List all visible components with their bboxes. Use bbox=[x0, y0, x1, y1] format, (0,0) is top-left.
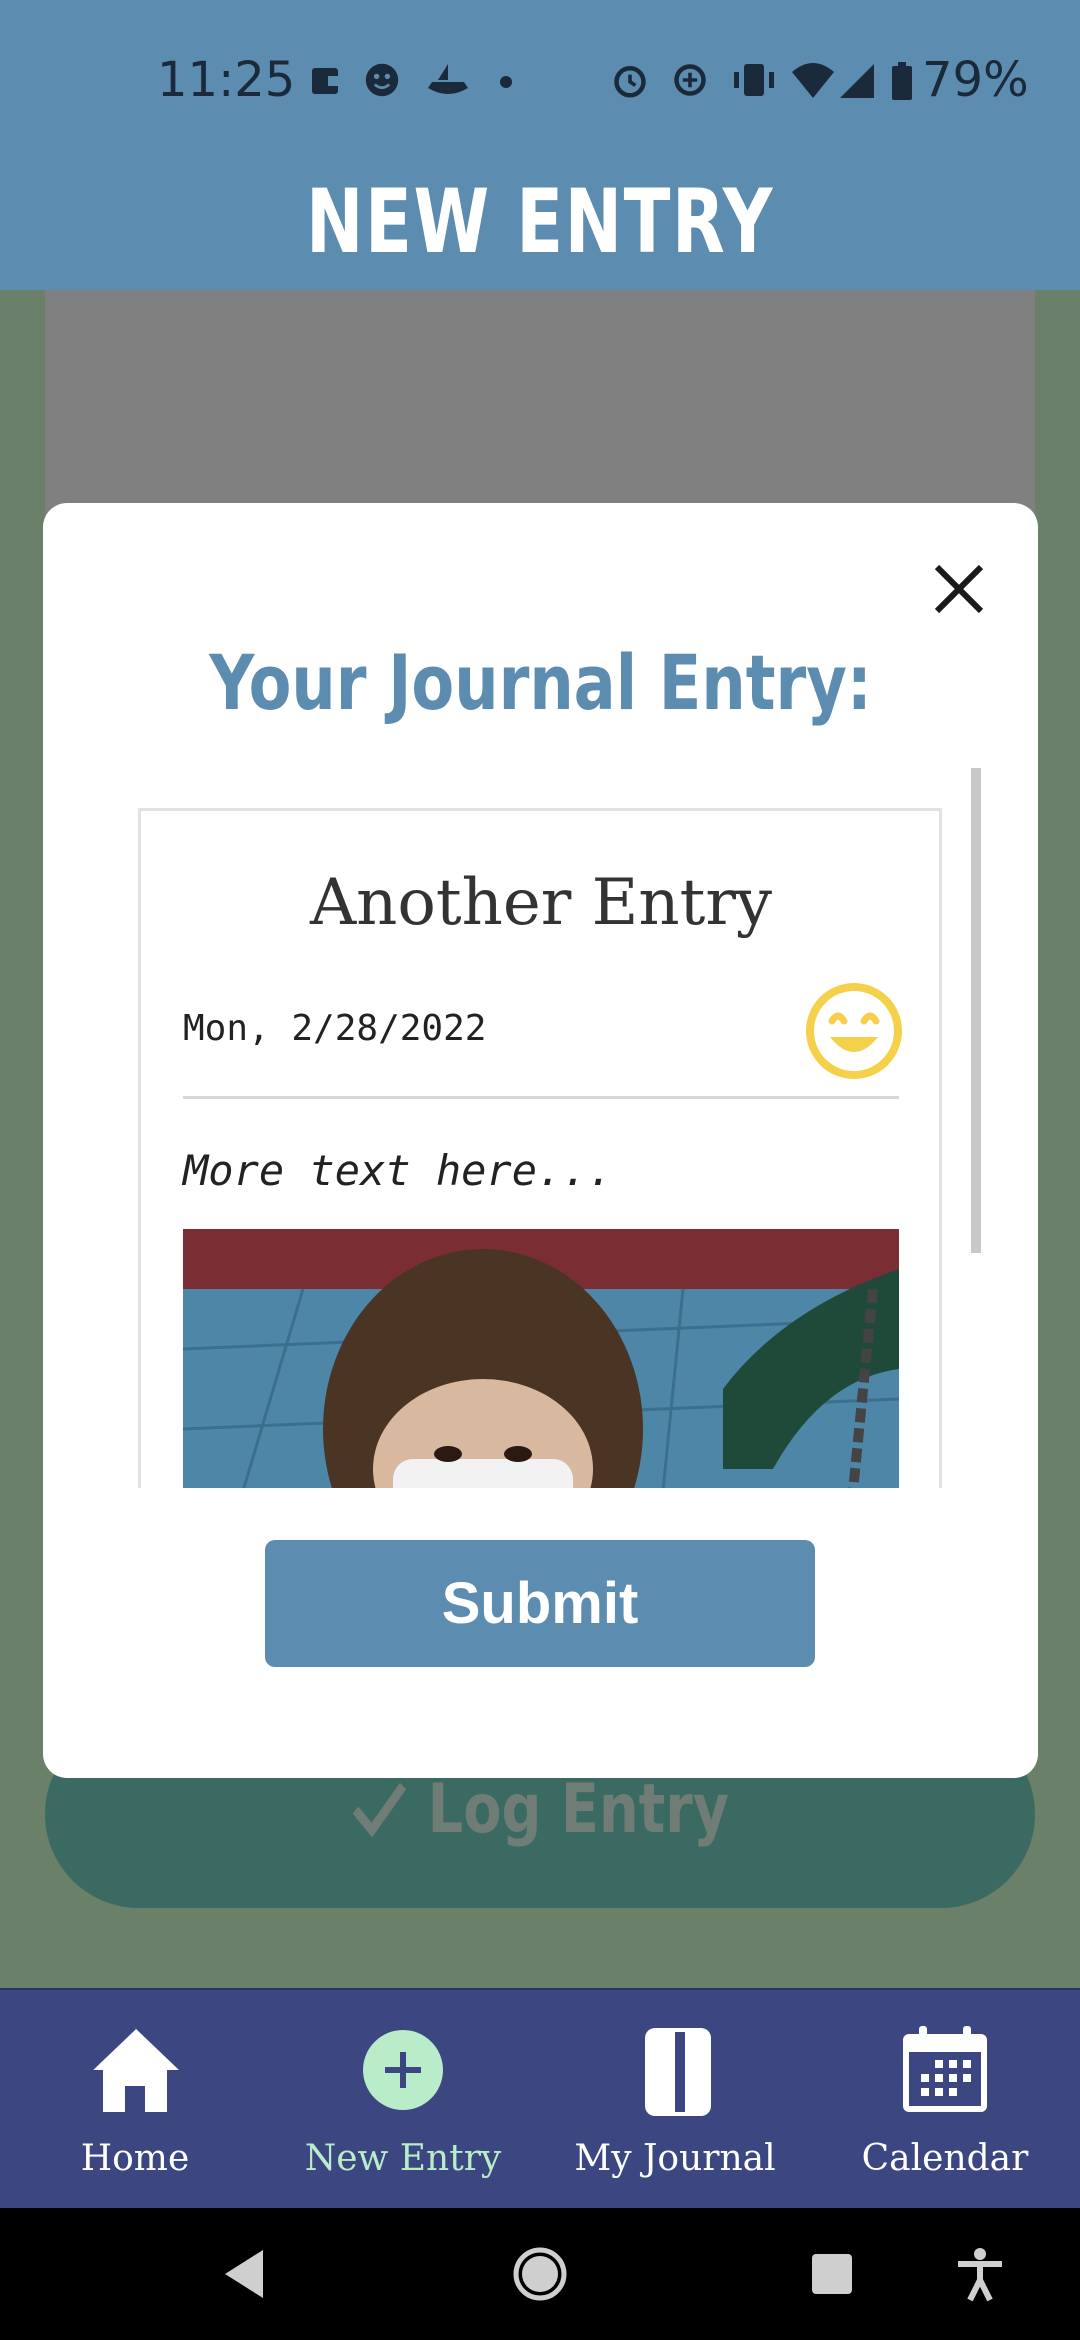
entry-body: More text here... bbox=[183, 1146, 613, 1195]
wallet-icon bbox=[312, 68, 338, 94]
scrollbar[interactable] bbox=[971, 768, 981, 1253]
status-time: 11:25 bbox=[157, 52, 296, 108]
nav-label-home: Home bbox=[80, 2138, 190, 2179]
divider bbox=[183, 1096, 899, 1099]
signal-icon bbox=[840, 64, 874, 98]
entry-title: Another Entry bbox=[309, 866, 773, 940]
status-bar: 11:25 79% bbox=[0, 40, 1080, 120]
smiling-face-icon bbox=[806, 983, 902, 1079]
recents-icon[interactable] bbox=[802, 2244, 862, 2304]
back-icon[interactable] bbox=[215, 2244, 275, 2304]
alarm-icon bbox=[614, 66, 646, 98]
nav-home[interactable]: Home bbox=[0, 1990, 270, 2210]
journal-entry-modal: Your Journal Entry: Another Entry Mon, 2… bbox=[43, 503, 1038, 1778]
submit-button[interactable]: Submit bbox=[265, 1540, 815, 1667]
nav-label-new-entry: New Entry bbox=[304, 2138, 502, 2179]
entry-photo bbox=[183, 1229, 899, 1488]
entry-preview-card: Another Entry Mon, 2/28/2022 More text h… bbox=[138, 808, 942, 1488]
log-entry-label: Log Entry bbox=[134, 1770, 946, 1849]
entry-date: Mon, 2/28/2022 bbox=[183, 1008, 487, 1049]
bottom-nav: Home New Entry My Journal Calendar bbox=[0, 1988, 1080, 2208]
battery-icon bbox=[892, 62, 912, 100]
boat-icon bbox=[428, 64, 468, 94]
home-button-icon[interactable] bbox=[510, 2244, 570, 2304]
plus-circle-icon bbox=[363, 2030, 443, 2110]
calendar-icon bbox=[903, 2026, 987, 2112]
app-bar: 11:25 79% NEW ENTRY bbox=[0, 0, 1080, 290]
close-icon[interactable] bbox=[923, 553, 995, 625]
wifi-icon bbox=[792, 63, 834, 98]
nav-label-calendar: Calendar bbox=[861, 2138, 1029, 2179]
face-icon bbox=[365, 63, 399, 97]
nav-new-entry[interactable]: New Entry bbox=[268, 1990, 538, 2210]
modal-heading: Your Journal Entry: bbox=[209, 638, 872, 727]
battery-percent: 79% bbox=[922, 52, 1029, 108]
system-nav-bar bbox=[0, 2208, 1080, 2340]
nav-label-my-journal: My Journal bbox=[574, 2138, 776, 2179]
checkmark-icon bbox=[352, 1782, 407, 1838]
nav-my-journal[interactable]: My Journal bbox=[540, 1990, 810, 2210]
vibrate-icon bbox=[734, 64, 774, 96]
journal-icon bbox=[645, 2028, 711, 2116]
home-icon bbox=[89, 2026, 179, 2112]
dot-icon bbox=[500, 76, 512, 88]
page-title: NEW ENTRY bbox=[306, 170, 774, 273]
data-saver-icon bbox=[674, 64, 706, 96]
nav-calendar[interactable]: Calendar bbox=[810, 1990, 1080, 2210]
accessibility-icon[interactable] bbox=[950, 2244, 1010, 2304]
